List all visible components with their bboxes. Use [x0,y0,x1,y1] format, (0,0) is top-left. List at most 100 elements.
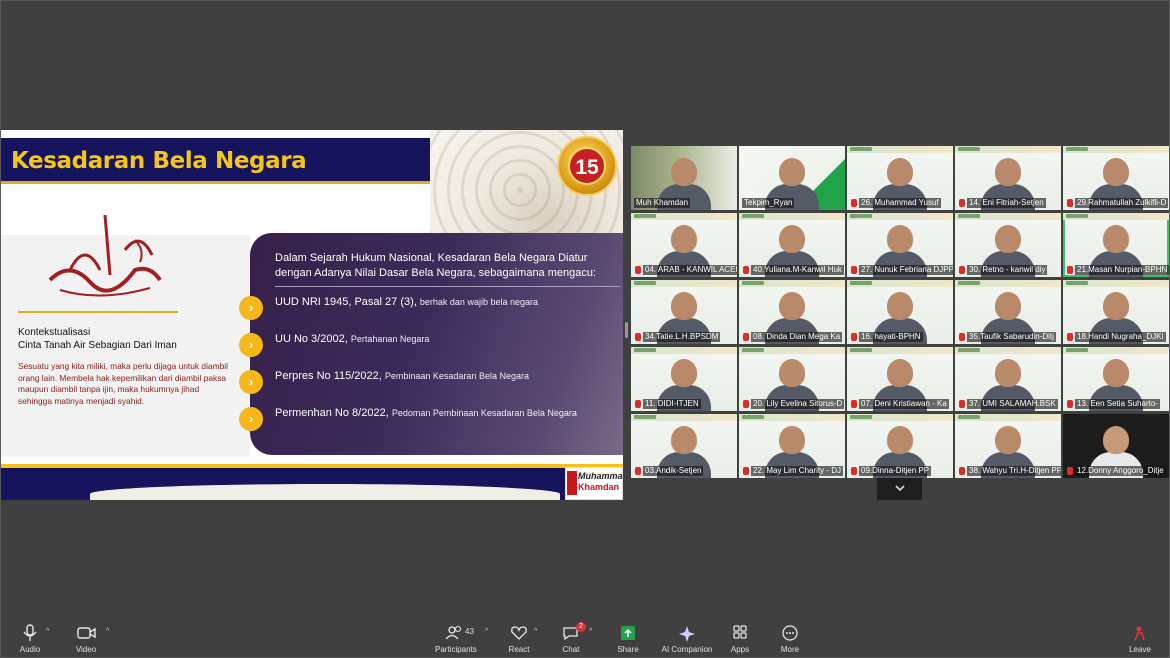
legal-item: Perpres No 115/2022, Pembinaan Kesadaran… [275,370,529,382]
participant-name: 20. Lily Evelina Sitorus-D [751,399,845,409]
muted-microphone-icon [635,467,641,475]
apps-button[interactable]: Apps [724,618,756,658]
participant-tile[interactable]: 37. UMI SALAMAH.BSK [955,347,1061,411]
participant-tile[interactable]: 27. Nunuk Febriana DJPP [847,213,953,277]
participant-tile[interactable]: 04. ARAB - KANWIL ACEH [631,213,737,277]
muted-microphone-icon [851,400,857,408]
participant-tile[interactable]: 03.Andik-Setjen [631,414,737,478]
participant-face [779,158,805,186]
context-title: Kontekstualisasi [18,327,91,338]
react-options-caret[interactable]: ^ [534,628,537,635]
slide-title: Kesadaran Bela Negara [11,148,307,174]
participant-name: 16. hayati-BPHN [859,332,923,342]
chevron-right-icon: › [239,333,263,357]
video-camera-icon [77,627,96,639]
participants-options-caret[interactable]: ^ [485,628,488,635]
participant-face [671,292,697,320]
share-button[interactable]: Share [612,618,644,658]
muted-microphone-icon [1067,467,1073,475]
participant-tile[interactable]: 38. Wahyu Tri.H-Ditjen PP [955,414,1061,478]
microphone-icon [23,624,37,641]
video-button[interactable]: Video [70,618,102,658]
participant-tile[interactable]: 26. Muhammad Yusuf [847,146,953,210]
zoom-meeting-window: Kesadaran Bela Negara 15 Kontekstualisas… [0,0,1170,658]
participant-face [995,426,1021,454]
participant-name: Tekpim_Ryan [742,198,795,208]
participant-tile[interactable]: 34.Tatie.L.H.BPSDM [631,280,737,344]
participant-tile[interactable]: 12.Donny Anggoro_Ditje [1063,414,1169,478]
participant-tile[interactable]: 40.Yuliana.M-Kanwil Huk [739,213,845,277]
chevron-right-icon: › [239,407,263,431]
chat-options-caret[interactable]: ^ [589,628,592,635]
participant-tile[interactable]: 08. Dinda Dian Mega Ka [739,280,845,344]
participant-name: 29.Rahmatullah Zulkifli-D [1075,198,1169,208]
audio-button[interactable]: Audio [14,618,46,658]
muted-microphone-icon [635,400,641,408]
badge-number: 15 [568,147,606,185]
participant-name: 40.Yuliana.M-Kanwil Huk [751,265,844,275]
react-button[interactable]: React [503,618,535,658]
muted-microphone-icon [635,266,641,274]
participant-face [779,292,805,320]
participant-tile[interactable]: 20. Lily Evelina Sitorus-D [739,347,845,411]
chevron-right-icon: › [239,370,263,394]
muted-microphone-icon [743,266,749,274]
participant-tile[interactable]: 14. Eni Fitriah-Setjen [955,146,1061,210]
participant-name: 27. Nunuk Febriana DJPP [859,265,953,275]
apps-grid-icon [733,625,747,639]
leave-button[interactable]: Leave [1124,618,1156,658]
participant-name: 18.Handi Nugraha_DJKI [1075,332,1166,342]
split-view-handle[interactable] [625,322,628,338]
participant-name: 13. Een Setia Suharto- [1075,399,1160,409]
meeting-toolbar: Audio ^ Video ^ Participants 43 ^ React … [0,618,1170,658]
participant-face [1103,292,1129,320]
participant-face [887,158,913,186]
anniversary-badge: 15 [557,136,617,196]
participant-name: Muh Khamdan [634,198,691,208]
participant-name: 34.Tatie.L.H.BPSDM [643,332,721,342]
context-subtitle: Cinta Tanah Air Sebagian Dari Iman [18,340,177,351]
participant-tile[interactable]: 18.Handi Nugraha_DJKI [1063,280,1169,344]
participant-tile[interactable]: 09.Dinna-Ditjen PP [847,414,953,478]
participant-tile[interactable]: 29.Rahmatullah Zulkifli-D [1063,146,1169,210]
muted-microphone-icon [959,400,965,408]
participant-name: 21.Masan Nurpian-BPHN [1075,265,1169,275]
participant-face [779,426,805,454]
video-options-caret[interactable]: ^ [106,628,109,635]
participant-tile[interactable]: 21.Masan Nurpian-BPHN [1063,213,1169,277]
more-button[interactable]: More [774,618,806,658]
participant-face [1103,426,1129,454]
participant-face [887,225,913,253]
muted-microphone-icon [635,333,641,341]
participant-tile[interactable]: 13. Een Setia Suharto- [1063,347,1169,411]
muted-microphone-icon [743,400,749,408]
legal-item: UUD NRI 1945, Pasal 27 (3), berhak dan w… [275,296,538,308]
participant-tile[interactable]: 22. May Lim Charity - DJ [739,414,845,478]
shared-screen: Kesadaran Bela Negara 15 Kontekstualisas… [0,130,623,500]
participant-tile[interactable]: 30. Retno - kanwil diy [955,213,1061,277]
muted-microphone-icon [959,199,965,207]
audio-options-caret[interactable]: ^ [46,628,49,635]
participant-name: 37. UMI SALAMAH.BSK [967,399,1058,409]
slide-footer [0,468,565,500]
participants-button[interactable]: Participants [435,618,477,658]
participant-face [887,426,913,454]
share-screen-icon [621,626,635,640]
participant-face [671,225,697,253]
participant-tile[interactable]: Tekpim_Ryan [739,146,845,210]
ai-companion-button[interactable]: AI Companion [660,618,714,658]
muted-microphone-icon [959,467,965,475]
participant-name: 08. Dinda Dian Mega Ka [751,332,843,342]
gallery-collapse-button[interactable] [877,478,922,500]
legal-basis-heading: Dalam Sejarah Hukum Nasional, Kesadaran … [275,252,597,279]
muted-microphone-icon [851,266,857,274]
participant-tile[interactable]: 16. hayati-BPHN [847,280,953,344]
arabic-calligraphy-icon [48,214,162,297]
leave-person-icon [1134,626,1145,641]
participant-tile[interactable]: 35.Taufik Sabarudin-Ditj [955,280,1061,344]
chevron-down-icon [894,485,905,492]
participant-tile[interactable]: 11. DIDI-ITJEN [631,347,737,411]
participant-face [995,225,1021,253]
participant-tile[interactable]: Muh Khamdan [631,146,737,210]
participant-tile[interactable]: 07. Deni Kristiawan - Ka [847,347,953,411]
